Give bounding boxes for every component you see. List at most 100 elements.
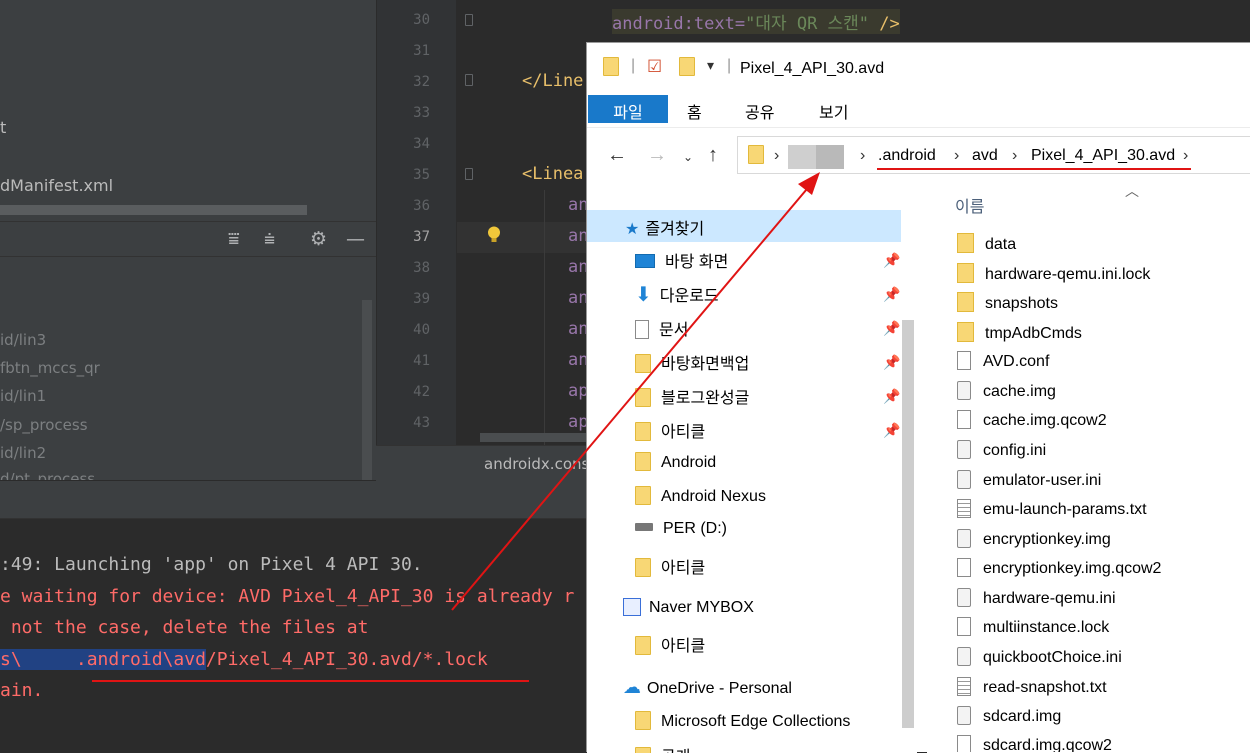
chevron-right-icon[interactable]: › — [860, 147, 865, 165]
tree-item[interactable]: d/pt_process — [0, 470, 95, 480]
file-row[interactable]: config.ini — [957, 440, 1046, 460]
nav-item-folder[interactable]: Android Nexus — [635, 486, 766, 506]
pin-icon[interactable]: 📌 — [883, 286, 900, 303]
chevron-right-icon[interactable]: › — [954, 147, 959, 165]
document-icon — [635, 320, 649, 339]
pin-icon[interactable]: 📌 — [883, 252, 900, 269]
file-row[interactable]: quickbootChoice.ini — [957, 647, 1122, 667]
tab-view[interactable]: 보기 — [819, 95, 848, 123]
console-error-path: s\ .android\avd/Pixel_4_API_30.avd/*.loc… — [0, 649, 488, 670]
nav-mybox[interactable]: Naver MYBOX — [623, 598, 754, 617]
fold-marker-icon[interactable] — [465, 14, 473, 26]
file-explorer-window: | ☑ ▾ | Pixel_4_API_30.avd 파일 홈 공유 보기 ← … — [586, 42, 1250, 753]
new-folder-icon[interactable] — [679, 57, 695, 77]
tab-file[interactable]: 파일 — [588, 95, 668, 123]
lightbulb-icon[interactable] — [487, 226, 501, 244]
nav-item-desktop[interactable]: 바탕 화면 — [635, 248, 728, 272]
fold-marker-icon[interactable] — [465, 74, 473, 86]
folder-icon — [635, 636, 651, 655]
nav-item-folder[interactable]: 바탕화면백업 — [635, 350, 749, 374]
file-row[interactable]: multiinstance.lock — [957, 617, 1109, 637]
nav-item-downloads[interactable]: ⬇ 다운로드 — [635, 282, 719, 307]
file-row[interactable]: emu-launch-params.txt — [957, 499, 1147, 519]
nav-item-folder[interactable]: Android — [635, 452, 716, 472]
tree-item[interactable]: id/lin3 — [0, 331, 46, 349]
nav-item-folder[interactable]: 블로그완성글 — [635, 384, 749, 408]
tree-item[interactable]: id/lin1 — [0, 387, 46, 405]
customize-toolbar-icon[interactable]: ▾ — [707, 57, 714, 74]
line-number: 35 — [413, 167, 430, 183]
breadcrumb-android[interactable]: .android — [878, 147, 936, 165]
chevron-right-icon[interactable]: › — [1183, 147, 1188, 165]
sort-ascending-icon[interactable]: ︿ — [1125, 181, 1139, 201]
back-arrow-icon[interactable]: ← — [607, 144, 627, 167]
file-row[interactable]: encryptionkey.img — [957, 529, 1111, 549]
column-header-name[interactable]: 이름 — [955, 193, 984, 217]
folder-icon — [635, 452, 651, 471]
nav-onedrive[interactable]: ☁ OneDrive - Personal — [623, 677, 792, 698]
file-row[interactable]: hardware-qemu.ini — [957, 588, 1116, 608]
breadcrumb-pixel-avd[interactable]: Pixel_4_API_30.avd — [1031, 147, 1175, 165]
fold-marker-icon[interactable] — [465, 168, 473, 180]
recent-locations-icon[interactable]: ⌄ — [683, 150, 693, 164]
nav-item-documents[interactable]: 문서 — [635, 316, 688, 340]
project-item-manifest[interactable]: dManifest.xml — [0, 176, 113, 195]
file-row[interactable]: sdcard.img — [957, 706, 1061, 726]
tree-vscrollbar[interactable] — [362, 300, 372, 480]
file-row[interactable]: AVD.conf — [957, 351, 1049, 371]
tree-item[interactable]: fbtn_mccs_qr — [0, 359, 100, 377]
file-row[interactable]: emulator-user.ini — [957, 470, 1101, 490]
text-file-icon — [957, 499, 971, 518]
pin-icon[interactable]: 📌 — [883, 354, 900, 371]
editor-hscrollbar[interactable] — [480, 433, 590, 442]
file-row[interactable]: hardware-qemu.ini.lock — [957, 263, 1150, 284]
file-row[interactable]: sdcard.img.qcow2 — [957, 735, 1112, 752]
nav-vscrollbar[interactable] — [902, 320, 914, 728]
gear-icon[interactable]: ⚙ — [310, 228, 327, 250]
nav-item-folder[interactable]: 아티클 — [635, 632, 705, 656]
folder-icon — [635, 354, 651, 373]
redacted-username — [788, 145, 844, 169]
nav-item-folder[interactable]: 아티클 — [635, 418, 705, 442]
nav-item-folder[interactable]: 아티클 — [635, 554, 705, 578]
pin-icon[interactable]: 📌 — [883, 320, 900, 337]
file-icon — [957, 351, 971, 370]
pin-icon[interactable]: 📌 — [883, 388, 900, 405]
tree-item[interactable]: id/lin2 — [0, 444, 46, 462]
selected-text: .android\avd — [21, 649, 206, 670]
file-row[interactable]: data — [957, 233, 1016, 254]
properties-icon[interactable]: ☑ — [647, 57, 662, 77]
file-row[interactable]: read-snapshot.txt — [957, 677, 1107, 697]
up-arrow-icon[interactable]: ↑ — [708, 144, 718, 167]
line-number: 31 — [413, 43, 430, 59]
line-number: 36 — [413, 198, 430, 214]
annotation-underline-address — [877, 168, 1191, 170]
file-row[interactable]: tmpAdbCmds — [957, 322, 1082, 343]
tab-home[interactable]: 홈 — [687, 95, 702, 123]
project-item[interactable]: t — [0, 118, 6, 137]
folder-icon[interactable] — [603, 57, 619, 77]
minimize-icon[interactable]: — — [346, 228, 365, 250]
chevron-right-icon[interactable]: › — [774, 147, 779, 165]
file-row[interactable]: cache.img — [957, 381, 1056, 401]
file-row[interactable]: encryptionkey.img.qcow2 — [957, 558, 1161, 578]
project-hscrollbar[interactable] — [0, 205, 307, 215]
chevron-right-icon[interactable]: › — [1012, 147, 1017, 165]
file-icon — [957, 558, 971, 577]
settings-file-icon — [957, 440, 971, 459]
tree-item[interactable]: /sp_process — [0, 416, 88, 434]
file-row[interactable]: snapshots — [957, 292, 1058, 313]
disk-image-icon — [957, 529, 971, 548]
tab-share[interactable]: 공유 — [745, 95, 774, 123]
collapse-all-icon[interactable]: ⩧ — [264, 228, 275, 250]
expand-all-icon[interactable]: ⩸ — [228, 228, 240, 250]
nav-quick-access[interactable]: ★ 즐겨찾기 — [587, 210, 901, 242]
editor-breadcrumb[interactable]: androidx.cons — [484, 455, 589, 473]
breadcrumb-avd[interactable]: avd — [972, 147, 998, 165]
file-row[interactable]: cache.img.qcow2 — [957, 410, 1107, 430]
forward-arrow-icon[interactable]: → — [647, 144, 667, 167]
console-line: :49: Launching 'app' on Pixel 4 API 30. — [0, 554, 423, 575]
nav-item-drive[interactable]: PER (D:) — [635, 520, 727, 538]
nav-item-folder[interactable]: Microsoft Edge Collections — [635, 711, 850, 731]
pin-icon[interactable]: 📌 — [883, 422, 900, 439]
